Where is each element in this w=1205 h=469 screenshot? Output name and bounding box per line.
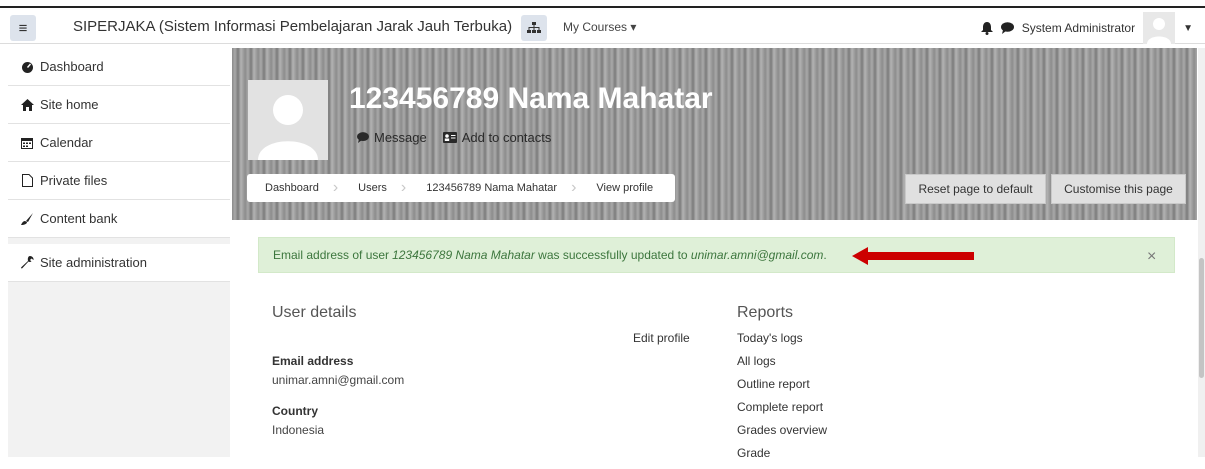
file-icon — [20, 174, 34, 187]
sidebar-item-label: Dashboard — [40, 59, 104, 74]
tachometer-icon — [20, 61, 34, 73]
close-icon[interactable]: × — [1147, 248, 1156, 266]
email-label: Email address — [272, 354, 354, 368]
report-grades-overview[interactable]: Grades overview — [737, 423, 827, 446]
paintbrush-icon — [20, 212, 34, 225]
profile-actions: Message Add to contacts — [357, 130, 551, 145]
report-outline[interactable]: Outline report — [737, 377, 827, 400]
wrench-icon — [20, 256, 34, 269]
page-title: 123456789 Nama Mahatar — [349, 82, 713, 115]
report-todays-logs[interactable]: Today's logs — [737, 331, 827, 354]
page-scrollbar[interactable] — [1198, 48, 1205, 457]
calendar-icon — [20, 137, 34, 149]
user-menu-name[interactable]: System Administrator — [1022, 21, 1135, 35]
red-arrow-annotation — [852, 247, 974, 265]
sidebar-item-calendar[interactable]: Calendar — [8, 124, 230, 162]
alert-user: 123456789 Nama Mahatar — [392, 248, 535, 262]
user-avatar-icon — [258, 95, 318, 160]
success-alert: Email address of user 123456789 Nama Mah… — [258, 237, 1175, 273]
alert-suffix: . — [823, 248, 827, 262]
reports-title: Reports — [737, 304, 794, 321]
edit-profile-link[interactable]: Edit profile — [633, 331, 690, 345]
alert-middle: was successfully updated to — [534, 248, 691, 262]
alert-prefix: Email address of user — [273, 248, 390, 262]
chat-bubble-icon[interactable] — [1000, 22, 1014, 34]
alert-email: unimar.amni@gmail.com — [690, 248, 824, 262]
country-label: Country — [272, 404, 318, 418]
message-label: Message — [374, 130, 427, 145]
add-to-contacts-label: Add to contacts — [461, 130, 552, 145]
sidebar-item-dashboard[interactable]: Dashboard — [8, 48, 230, 86]
breadcrumb-users[interactable]: Users — [338, 182, 401, 194]
home-icon — [20, 98, 34, 111]
avatar[interactable] — [1143, 12, 1176, 44]
message-button[interactable]: Message — [357, 130, 427, 145]
user-details-title: User details — [272, 304, 357, 321]
report-complete[interactable]: Complete report — [737, 400, 827, 423]
add-to-contacts-button[interactable]: Add to contacts — [442, 130, 552, 145]
country-value: Indonesia — [272, 423, 325, 437]
user-avatar-icon — [1147, 18, 1172, 44]
caret-down-icon[interactable]: ▼ — [1183, 23, 1193, 34]
site-name[interactable]: SIPERJAKA (Sistem Informasi Pembelajaran… — [73, 18, 512, 35]
reset-page-button[interactable]: Reset page to default — [905, 174, 1046, 204]
breadcrumb: Dashboard › Users › 123456789 Nama Mahat… — [247, 174, 676, 202]
navbar-user-area: System Administrator ▼ — [980, 12, 1193, 44]
chat-bubble-icon — [357, 132, 369, 143]
sidebar-item-label: Private files — [40, 173, 108, 188]
sitemap-icon — [527, 22, 541, 33]
sidebar-item-site-home[interactable]: Site home — [8, 86, 230, 124]
sidebar-item-label: Site administration — [40, 255, 147, 270]
sidebar-item-content-bank[interactable]: Content bank — [8, 200, 230, 238]
course-structure-button[interactable] — [521, 15, 547, 41]
customise-page-button[interactable]: Customise this page — [1051, 174, 1186, 204]
hamburger-icon: ≡ — [18, 19, 28, 37]
report-all-logs[interactable]: All logs — [737, 354, 827, 377]
report-grade[interactable]: Grade — [737, 446, 827, 469]
address-card-icon — [442, 132, 457, 143]
top-navbar: ≡ SIPERJAKA (Sistem Informasi Pembelajar… — [0, 6, 1205, 44]
my-courses-dropdown[interactable]: My Courses ▾ — [563, 20, 636, 34]
sidebar-item-private-files[interactable]: Private files — [8, 162, 230, 200]
breadcrumb-dashboard[interactable]: Dashboard — [247, 182, 333, 194]
email-value: unimar.amni@gmail.com — [272, 373, 405, 387]
left-sidebar: Dashboard Site home Calendar Private fil… — [8, 48, 230, 457]
breadcrumb-user[interactable]: 123456789 Nama Mahatar — [406, 182, 571, 194]
sidebar-item-label: Calendar — [40, 135, 93, 150]
breadcrumb-view-profile[interactable]: View profile — [576, 182, 667, 194]
menu-toggle-button[interactable]: ≡ — [10, 15, 36, 41]
scrollbar-thumb[interactable] — [1199, 258, 1204, 378]
profile-picture — [248, 80, 328, 160]
bell-icon[interactable] — [980, 21, 993, 35]
reports-list: Today's logs All logs Outline report Com… — [737, 331, 827, 469]
sidebar-item-label: Site home — [40, 97, 99, 112]
sidebar-item-label: Content bank — [40, 211, 118, 226]
sidebar-item-site-administration[interactable]: Site administration — [8, 244, 230, 282]
